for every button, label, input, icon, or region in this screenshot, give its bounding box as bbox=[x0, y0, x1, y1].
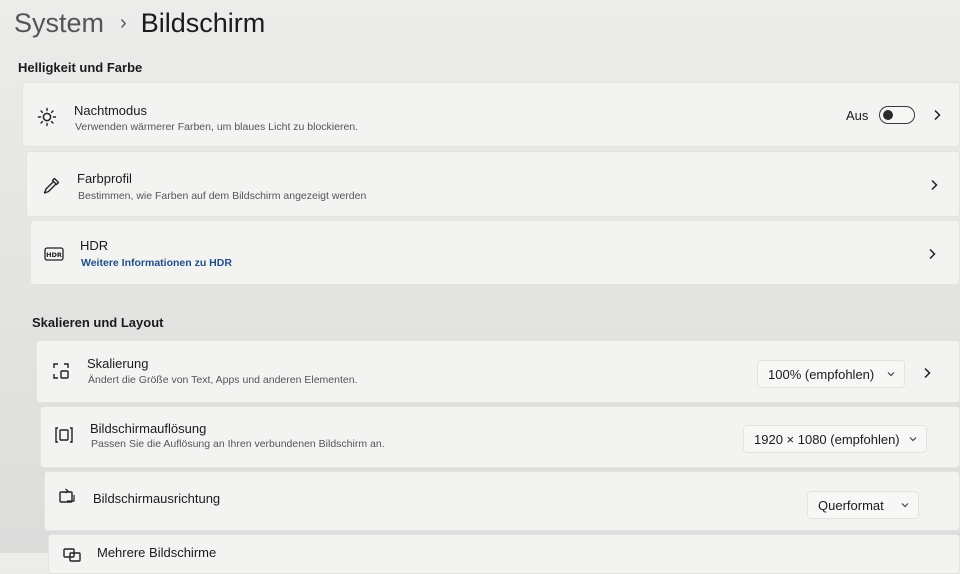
multiple-displays-row[interactable]: Mehrere Bildschirme bbox=[48, 534, 960, 574]
color-picker-icon bbox=[41, 176, 61, 196]
breadcrumb-system-link[interactable]: System bbox=[14, 8, 104, 39]
hdr-title: HDR bbox=[80, 238, 109, 253]
scaling-title: Skalierung bbox=[87, 356, 149, 371]
night-mode-toggle[interactable] bbox=[879, 106, 915, 124]
resolution-title: Bildschirmauflösung bbox=[90, 421, 207, 436]
chevron-right-icon[interactable] bbox=[920, 366, 934, 380]
color-profile-title: Farbprofil bbox=[77, 171, 132, 186]
resolution-icon bbox=[54, 425, 74, 445]
chevron-down-icon bbox=[887, 372, 895, 377]
hdr-icon: HDR bbox=[44, 244, 64, 264]
section-title-brightness: Helligkeit und Farbe bbox=[18, 60, 143, 75]
chevron-down-icon bbox=[901, 503, 909, 508]
chevron-right-icon[interactable] bbox=[930, 108, 944, 122]
brightness-icon bbox=[37, 107, 57, 127]
hdr-info-link[interactable]: Weitere Informationen zu HDR bbox=[81, 257, 232, 269]
section-title-scaling: Skalieren und Layout bbox=[32, 315, 164, 330]
breadcrumb-separator-icon: › bbox=[120, 11, 127, 34]
orientation-icon bbox=[58, 487, 78, 507]
orientation-dropdown[interactable]: Querformat bbox=[807, 491, 919, 519]
scaling-dropdown[interactable]: 100% (empfohlen) bbox=[757, 360, 905, 388]
chevron-right-icon[interactable] bbox=[927, 178, 941, 192]
scaling-value: 100% (empfohlen) bbox=[768, 366, 875, 382]
scaling-subtitle: Ändert die Größe von Text, Apps und ande… bbox=[88, 374, 358, 386]
chevron-right-icon[interactable] bbox=[925, 247, 939, 261]
orientation-row[interactable]: Bildschirmausrichtung Querformat bbox=[44, 471, 960, 531]
scaling-row[interactable]: Skalierung Ändert die Größe von Text, Ap… bbox=[36, 340, 960, 403]
resolution-row[interactable]: Bildschirmauflösung Passen Sie die Auflö… bbox=[40, 406, 960, 468]
toggle-knob bbox=[883, 109, 893, 120]
night-mode-row[interactable]: Nachtmodus Verwenden wärmerer Farben, um… bbox=[22, 82, 960, 147]
multiple-displays-icon bbox=[62, 545, 82, 565]
night-mode-subtitle: Verwenden wärmerer Farben, um blaues Lic… bbox=[75, 121, 359, 133]
breadcrumb: System › Bildschirm bbox=[14, 4, 265, 42]
orientation-title: Bildschirmausrichtung bbox=[93, 491, 221, 506]
chevron-down-icon bbox=[909, 437, 917, 442]
orientation-value: Querformat bbox=[818, 497, 884, 513]
resolution-subtitle: Passen Sie die Auflösung an Ihren verbun… bbox=[91, 438, 385, 450]
page-title: Bildschirm bbox=[140, 7, 266, 38]
scale-icon bbox=[51, 361, 71, 381]
resolution-value: 1920 × 1080 (empfohlen) bbox=[754, 431, 900, 447]
night-mode-state-label: Aus bbox=[846, 108, 869, 123]
night-mode-title: Nachtmodus bbox=[74, 103, 147, 118]
hdr-row[interactable]: HDR HDR Weitere Informationen zu HDR bbox=[30, 220, 960, 285]
resolution-dropdown[interactable]: 1920 × 1080 (empfohlen) bbox=[743, 425, 927, 453]
color-profile-row[interactable]: Farbprofil Bestimmen, wie Farben auf dem… bbox=[26, 151, 960, 217]
color-profile-subtitle: Bestimmen, wie Farben auf dem Bildschirm… bbox=[78, 190, 367, 202]
svg-text:HDR: HDR bbox=[46, 251, 62, 259]
